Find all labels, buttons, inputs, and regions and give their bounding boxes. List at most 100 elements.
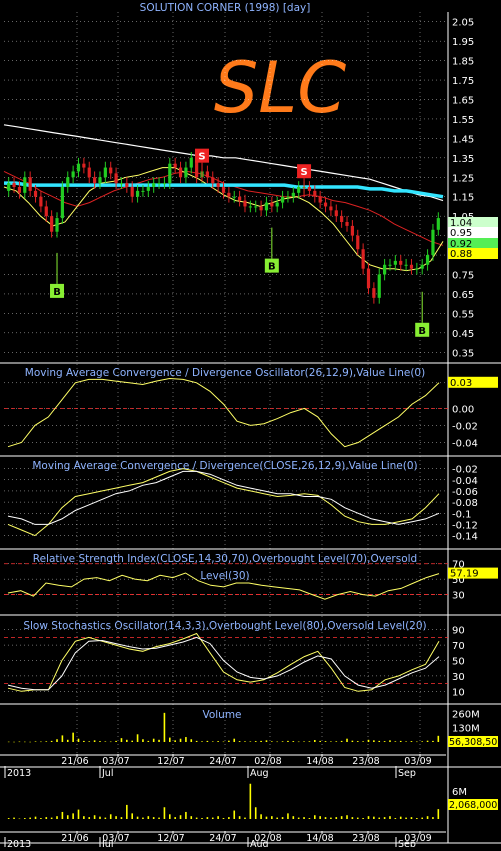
volume-bar <box>276 741 279 743</box>
volume-bar <box>281 741 284 742</box>
candle-body <box>216 183 220 187</box>
candle-body <box>157 183 161 185</box>
volume2-bar <box>18 818 21 820</box>
volume2-bar <box>88 817 91 819</box>
candle-body <box>211 177 215 184</box>
volume-bar <box>394 741 397 742</box>
volume2-bar <box>346 815 348 819</box>
macd-tick-label: -0.12 <box>452 520 478 531</box>
volume2-bar <box>131 813 134 819</box>
candle-body <box>431 229 435 256</box>
month-label: Jul <box>101 768 113 779</box>
volume2-bar <box>244 817 246 819</box>
candle-body <box>119 183 124 185</box>
slc-logo: SLC <box>214 47 346 129</box>
volume-bar <box>426 740 429 742</box>
volume-bar <box>346 738 348 742</box>
volume-bar <box>23 741 26 743</box>
candle-body <box>420 264 424 269</box>
volume2-bar <box>99 816 101 819</box>
volume-bar <box>421 741 424 742</box>
volume2-bar <box>174 817 176 819</box>
volume-bar <box>115 740 117 742</box>
volume2-bar <box>185 811 187 819</box>
last-value-label: 57.19 <box>450 569 479 580</box>
candle-body <box>399 260 403 265</box>
candle-body <box>361 249 365 269</box>
candle-body <box>60 187 64 219</box>
volume-last-label: 56,308,500 <box>449 737 501 748</box>
volume2-bar <box>340 816 343 819</box>
volume-bar <box>29 741 31 743</box>
volume2-bar <box>356 817 359 819</box>
candle-body <box>125 183 129 187</box>
volume2-bar <box>405 817 407 819</box>
volume-bar <box>287 740 289 742</box>
volume-bar <box>378 740 381 742</box>
volume2-bar <box>249 783 252 819</box>
candle-body <box>178 167 183 178</box>
candle-body <box>130 187 134 197</box>
price-tick-label: 1.25 <box>452 173 474 184</box>
candle-body <box>286 196 290 198</box>
volume2-bar <box>40 818 42 819</box>
price-tick-label: 1.85 <box>452 57 474 68</box>
volume2-bar <box>319 816 321 819</box>
candle-body <box>383 264 387 275</box>
volume-bar <box>356 741 359 742</box>
volume2-bar <box>56 816 58 819</box>
volume-bar <box>40 741 42 743</box>
candle-body <box>340 216 344 222</box>
candle-body <box>39 196 43 207</box>
volume-bar <box>319 740 321 742</box>
volume-bar <box>50 740 53 742</box>
candle-body <box>238 196 242 201</box>
volume-bar <box>260 740 262 742</box>
macd-oscillator-tick-label: -0.02 <box>452 421 478 432</box>
volume-bar <box>13 741 15 743</box>
date-label: 24/07 <box>209 756 236 767</box>
candle-body <box>366 268 371 289</box>
volume2-bar <box>432 817 434 819</box>
volume-bar <box>136 734 139 742</box>
volume2-bar <box>281 817 284 819</box>
volume2-bar <box>416 818 418 819</box>
volume2-bar <box>399 816 402 819</box>
volume-bar <box>88 741 91 742</box>
candle-body <box>404 264 408 266</box>
last-price-label: 0.95 <box>450 228 472 239</box>
candle-body <box>12 183 16 187</box>
volume2-bar <box>201 818 203 819</box>
volume2-bar <box>142 817 144 819</box>
candle-body <box>307 187 312 191</box>
last-price-label: 0.88 <box>450 249 472 260</box>
volume-bar <box>211 741 214 742</box>
volume-bar <box>147 740 150 742</box>
date-label: 14/08 <box>306 756 333 767</box>
month-label: Aug <box>250 768 269 779</box>
candle-body <box>280 196 285 203</box>
date-label: 03/09 <box>404 756 431 767</box>
volume2-bar <box>109 814 112 819</box>
candle-body <box>152 183 156 187</box>
volume-bar <box>195 740 198 742</box>
macd-title: Moving Average Convergence / Divergence(… <box>32 460 417 472</box>
candle-body <box>76 163 81 172</box>
volume-bar <box>217 741 219 742</box>
candle-body <box>227 192 231 197</box>
volume-bar <box>18 741 21 743</box>
sell-marker-label: S <box>300 167 307 178</box>
volume2-bar <box>163 807 166 819</box>
price-tick-label: 1.15 <box>452 193 474 204</box>
last-value-label: 0.03 <box>450 378 472 389</box>
month-label: Sep <box>398 839 416 847</box>
candle-body <box>372 288 376 298</box>
buy-marker-label: B <box>418 326 426 337</box>
candle-body <box>44 206 48 217</box>
candle-body <box>82 163 86 168</box>
volume-bar <box>405 741 407 742</box>
volume-bar <box>201 741 203 742</box>
volume-bar <box>142 739 144 742</box>
macd-tick-label: -0.02 <box>452 465 478 476</box>
month-label: Jul <box>101 839 113 847</box>
